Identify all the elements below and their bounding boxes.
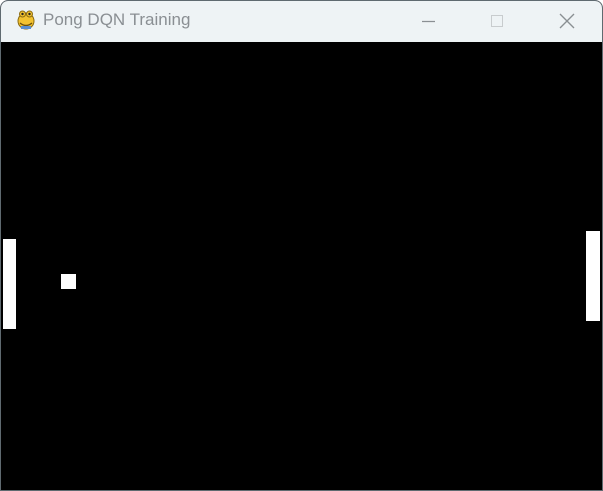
app-window: Pong DQN Training (0, 0, 603, 491)
left-paddle (3, 239, 16, 329)
maximize-button[interactable] (474, 1, 520, 42)
game-canvas[interactable] (1, 42, 602, 490)
right-paddle (586, 231, 600, 321)
window-title: Pong DQN Training (43, 10, 191, 29)
minimize-button[interactable] (405, 1, 451, 42)
ball (61, 274, 76, 289)
close-button[interactable] (544, 1, 590, 42)
title-bar[interactable]: Pong DQN Training (1, 1, 602, 42)
minimize-icon (422, 20, 435, 23)
close-icon (559, 13, 575, 29)
maximize-icon (491, 15, 503, 27)
pygame-snake-icon (15, 9, 37, 31)
